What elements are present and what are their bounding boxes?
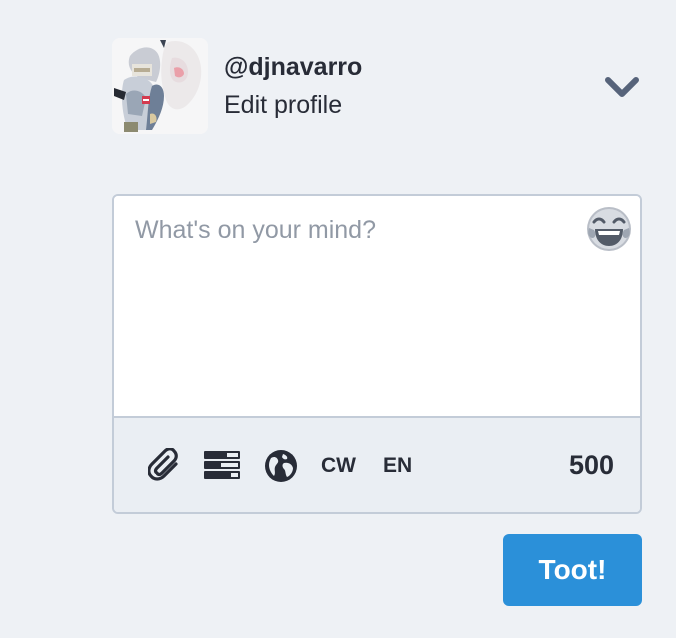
toot-button[interactable]: Toot! bbox=[503, 534, 642, 606]
account-menu-button[interactable] bbox=[602, 72, 642, 104]
visibility-button[interactable] bbox=[264, 449, 298, 483]
globe-icon bbox=[265, 450, 297, 482]
add-poll-button[interactable] bbox=[203, 450, 241, 480]
attach-media-button[interactable] bbox=[147, 447, 182, 482]
avatar-image bbox=[112, 38, 208, 134]
poll-icon bbox=[204, 451, 240, 479]
content-warning-button[interactable]: CW bbox=[321, 454, 356, 478]
account-handle: @djnavarro bbox=[224, 53, 363, 81]
emoji-picker-button[interactable] bbox=[586, 206, 632, 252]
language-button[interactable]: EN bbox=[383, 454, 412, 478]
account-text: @djnavarro Edit profile bbox=[224, 51, 362, 121]
compose-toolbar: CW EN 500 bbox=[114, 416, 640, 512]
account-header: @djnavarro Edit profile bbox=[112, 38, 362, 134]
edit-profile-link[interactable]: Edit profile bbox=[224, 89, 362, 121]
status-textarea[interactable] bbox=[114, 196, 640, 416]
paperclip-icon bbox=[147, 447, 178, 481]
avatar[interactable] bbox=[112, 38, 208, 134]
compose-panel: @djnavarro Edit profile What's on your m… bbox=[0, 0, 676, 638]
compose-form: CW EN 500 bbox=[112, 194, 642, 514]
chevron-down-icon bbox=[605, 77, 639, 97]
laughing-emoji-icon bbox=[587, 207, 631, 251]
character-counter: 500 bbox=[568, 450, 614, 480]
